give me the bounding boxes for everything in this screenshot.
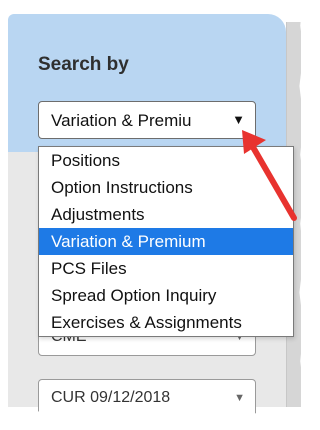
search-by-select[interactable]: Variation & Premiu ▼ [38, 101, 256, 139]
annotation-arrow-icon [242, 130, 297, 221]
chevron-down-icon: ▼ [234, 392, 245, 404]
search-panel: Search by Variation & Premiu ▼ CME ▼ CUR… [0, 0, 313, 430]
search-by-select-value: Variation & Premiu [51, 111, 192, 130]
dropdown-option[interactable]: Exercises & Assignments [39, 309, 293, 336]
chevron-down-icon: ▼ [232, 112, 245, 127]
date-select-value: CUR 09/12/2018 [51, 389, 171, 406]
date-select[interactable]: CUR 09/12/2018 ▼ [38, 379, 256, 417]
dropdown-option[interactable]: PCS Files [39, 255, 293, 282]
dropdown-option-selected[interactable]: Variation & Premium [39, 228, 293, 255]
dropdown-option[interactable]: Spread Option Inquiry [39, 282, 293, 309]
search-by-label: Search by [38, 54, 129, 75]
